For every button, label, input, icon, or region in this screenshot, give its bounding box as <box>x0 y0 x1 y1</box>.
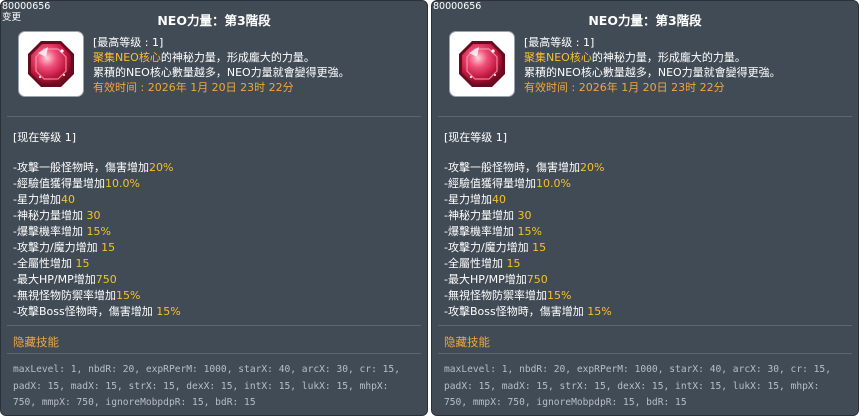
expiry-text: 有效时间 : 2026年 1月 20日 23时 22分 <box>524 81 725 94</box>
stat-row: -神秘力量增加 30 <box>444 208 612 224</box>
stat-label: -攻擊力/魔力增加 <box>444 241 533 254</box>
stat-label: -爆擊機率增加 <box>13 225 87 238</box>
stat-label: -星力增加 <box>13 193 61 206</box>
description-line-2: 累積的NEO核心數量越多，NEO力量就會變得更強。 <box>524 66 781 79</box>
skill-tooltip-right: 80000656 NEO力量：第3階段 [最高等级 : 1] 聚集NEO核心的神… <box>431 0 859 416</box>
stat-row: -無視怪物防禦率增加15% <box>13 288 181 304</box>
stat-label: -無視怪物防禦率增加 <box>13 289 116 302</box>
stat-label: -攻擊一般怪物時，傷害增加 <box>444 161 580 174</box>
stat-value: 15% <box>86 225 111 238</box>
stat-label: -經驗值獲得量增加 <box>444 177 536 190</box>
divider <box>7 353 421 354</box>
stat-value: 15 <box>532 241 547 254</box>
skill-icon-frame <box>18 31 84 97</box>
stat-value: 40 <box>491 193 506 206</box>
stat-row: -攻擊力/魔力增加 15 <box>13 240 181 256</box>
stat-value: 750 <box>526 273 548 286</box>
stat-row: -攻擊一般怪物時，傷害增加20% <box>444 160 612 176</box>
stat-value: 30 <box>517 209 532 222</box>
stat-label: -全屬性增加 <box>13 257 76 270</box>
stat-label: -經驗值獲得量增加 <box>13 177 105 190</box>
tooltip-title: NEO力量：第3階段 <box>588 13 702 28</box>
debug-params-text: maxLevel: 1, nbdR: 20, expRPerM: 1000, s… <box>13 364 400 408</box>
stat-row: -經驗值獲得量增加10.0% <box>13 176 181 192</box>
stat-value: 15% <box>587 305 612 318</box>
divider <box>438 325 852 326</box>
stat-row: -攻擊Boss怪物時，傷害增加 15% <box>13 304 181 320</box>
max-level-text: [最高等级 : 1] <box>524 36 595 49</box>
skill-description: [最高等级 : 1] 聚集NEO核心的神秘力量，形成龐大的力量。 累積的NEO核… <box>93 35 350 95</box>
stat-row: -最大HP/MP增加750 <box>444 272 612 288</box>
stat-row: -經驗值獲得量增加10.0% <box>444 176 612 192</box>
description-line-1: 聚集NEO核心的神秘力量，形成龐大的力量。 <box>93 50 350 65</box>
skill-icon-frame <box>449 31 515 97</box>
stat-row: -攻擊力/魔力增加 15 <box>444 240 612 256</box>
stat-row: -最大HP/MP增加750 <box>13 272 181 288</box>
stat-row: -星力增加40 <box>13 192 181 208</box>
stat-label: -星力增加 <box>444 193 492 206</box>
stat-value: 30 <box>86 209 101 222</box>
stat-row: -星力增加40 <box>444 192 612 208</box>
stat-label: -攻擊一般怪物時，傷害增加 <box>13 161 149 174</box>
hidden-skill-title: 隐藏技能 <box>444 335 490 349</box>
stat-value: 15% <box>115 289 141 302</box>
skill-tooltip-left: 80000656 变更 NEO力量：第3階段 [最高等级 : 1] 聚集NEO核… <box>0 0 428 416</box>
stat-label: -攻擊力/魔力增加 <box>13 241 102 254</box>
red-gem-icon <box>459 41 505 87</box>
stat-value: 15 <box>506 257 521 270</box>
stat-row: -無視怪物防禦率增加15% <box>444 288 612 304</box>
stat-value: 15% <box>517 225 542 238</box>
stat-value: 750 <box>95 273 117 286</box>
stat-row: -神秘力量增加 30 <box>13 208 181 224</box>
red-gem-icon <box>28 41 74 87</box>
stat-label: -爆擊機率增加 <box>444 225 518 238</box>
stat-label: -攻擊Boss怪物時，傷害增加 <box>444 305 588 318</box>
divider <box>7 325 421 326</box>
stat-row: -爆擊機率增加 15% <box>13 224 181 240</box>
stat-value: 10.0% <box>104 177 140 190</box>
stat-row: -全屬性增加 15 <box>13 256 181 272</box>
debug-params-text: maxLevel: 1, nbdR: 20, expRPerM: 1000, s… <box>444 364 831 408</box>
stat-value: 15% <box>156 305 181 318</box>
description-line-1: 聚集NEO核心的神秘力量，形成龐大的力量。 <box>524 50 781 65</box>
stat-label: -最大HP/MP增加 <box>444 273 527 286</box>
stat-row: -攻擊一般怪物時，傷害增加20% <box>13 160 181 176</box>
max-level-text: [最高等级 : 1] <box>93 36 164 49</box>
stat-row: -爆擊機率增加 15% <box>444 224 612 240</box>
stat-label: -神秘力量增加 <box>13 209 87 222</box>
stat-row: -攻擊Boss怪物時，傷害增加 15% <box>444 304 612 320</box>
tooltip-title: NEO力量：第3階段 <box>157 13 271 28</box>
stat-label: -最大HP/MP增加 <box>13 273 96 286</box>
stat-list: -攻擊一般怪物時，傷害增加20% -經驗值獲得量增加10.0% -星力增加40 … <box>444 160 612 320</box>
stat-value: 10.0% <box>535 177 571 190</box>
current-level-text: [现在等级 1] <box>444 131 508 144</box>
stat-row: -全屬性增加 15 <box>444 256 612 272</box>
stat-value: 15% <box>546 289 572 302</box>
stat-label: -攻擊Boss怪物時，傷害增加 <box>13 305 157 318</box>
stat-list: -攻擊一般怪物時，傷害增加20% -經驗值獲得量增加10.0% -星力增加40 … <box>13 160 181 320</box>
stat-label: -無視怪物防禦率增加 <box>444 289 547 302</box>
skill-description: [最高等级 : 1] 聚集NEO核心的神秘力量，形成龐大的力量。 累積的NEO核… <box>524 35 781 95</box>
stat-value: 15 <box>75 257 90 270</box>
stat-label: -全屬性增加 <box>444 257 507 270</box>
hidden-skill-title: 隐藏技能 <box>13 335 59 349</box>
stat-value: 15 <box>101 241 116 254</box>
stat-value: 20% <box>579 161 605 174</box>
divider <box>7 116 421 117</box>
stat-value: 40 <box>60 193 75 206</box>
stat-value: 20% <box>148 161 174 174</box>
description-highlight: 聚集NEO核心 <box>524 51 592 64</box>
description-line-2: 累積的NEO核心數量越多，NEO力量就會變得更強。 <box>93 66 350 79</box>
current-level-text: [现在等级 1] <box>13 131 77 144</box>
divider <box>438 353 852 354</box>
stat-label: -神秘力量增加 <box>444 209 518 222</box>
description-rest: 的神秘力量，形成龐大的力量。 <box>591 51 746 64</box>
divider <box>438 116 852 117</box>
description-highlight: 聚集NEO核心 <box>93 51 161 64</box>
description-rest: 的神秘力量，形成龐大的力量。 <box>160 51 315 64</box>
expiry-text: 有效时间 : 2026年 1月 20日 23时 22分 <box>93 81 294 94</box>
